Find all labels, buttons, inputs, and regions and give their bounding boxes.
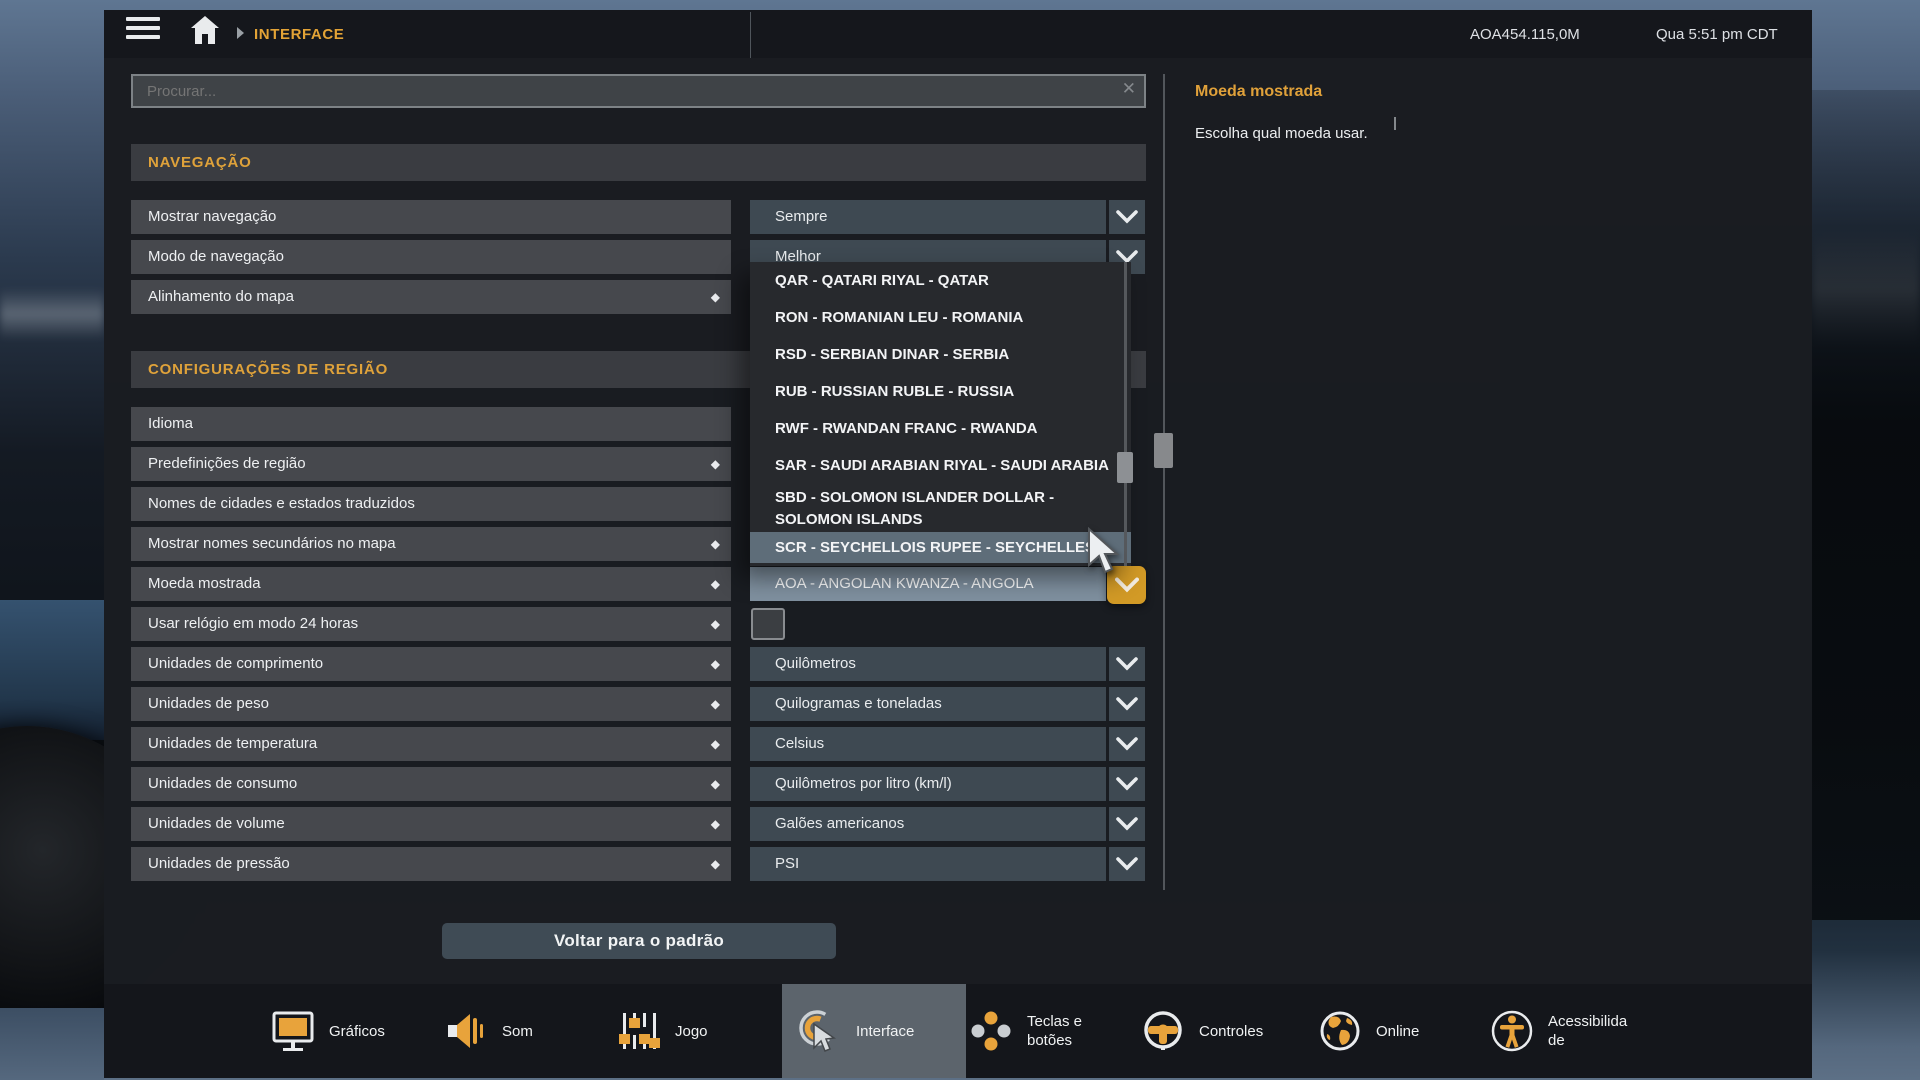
dropdown-scrollbar-thumb[interactable] xyxy=(1117,452,1133,483)
section-header-navigation: NAVEGAÇÃO xyxy=(131,144,1146,181)
select-pressure-units[interactable]: PSI xyxy=(750,847,1106,881)
chevron-down-icon xyxy=(1116,657,1138,671)
setting-row-pressure-units[interactable]: Unidades de pressão xyxy=(131,847,731,881)
mouse-cursor xyxy=(1088,527,1120,574)
select-chevron-temperature-units[interactable] xyxy=(1109,727,1145,761)
breadcrumb[interactable]: INTERFACE xyxy=(254,26,344,43)
top-bar-seam xyxy=(750,12,751,58)
select-length-units[interactable]: Quilômetros xyxy=(750,647,1106,681)
tab-sound[interactable]: Som xyxy=(443,984,533,1078)
menu-button[interactable] xyxy=(126,17,160,43)
tab-accessibility[interactable]: Acessibilida de xyxy=(1489,984,1627,1078)
select-volume-units[interactable]: Galões americanos xyxy=(750,807,1106,841)
tab-graphics[interactable]: Gráficos xyxy=(270,984,385,1078)
select-weight-units[interactable]: Quilogramas e toneladas xyxy=(750,687,1106,721)
chevron-down-icon xyxy=(1116,777,1138,791)
setting-row-volume-units[interactable]: Unidades de volume xyxy=(131,807,731,841)
monitor-icon xyxy=(272,1011,314,1051)
checkbox-24h-clock[interactable] xyxy=(751,608,785,640)
page-scrollbar-thumb[interactable] xyxy=(1154,433,1173,468)
dropdown-option-hovered[interactable]: SCR - SEYCHELLOIS RUPEE - SEYCHELLES xyxy=(750,532,1131,563)
setting-row-weight-units[interactable]: Unidades de peso xyxy=(131,687,731,721)
setting-row-currency[interactable]: Moeda mostrada xyxy=(131,567,731,601)
dropdown-option[interactable]: RWF - RWANDAN FRANC - RWANDA xyxy=(750,410,1131,447)
info-panel-title: Moeda mostrada xyxy=(1195,83,1323,100)
chevron-down-icon xyxy=(1116,857,1138,871)
dropdown-option[interactable]: SBD - SOLOMON ISLANDER DOLLAR - SOLOMON … xyxy=(750,484,1131,532)
globe-icon xyxy=(1320,1011,1360,1051)
sliders-icon xyxy=(619,1013,660,1049)
select-currency-open[interactable]: AOA - ANGOLAN KWANZA - ANGOLA xyxy=(750,567,1106,601)
breadcrumb-arrow-icon xyxy=(237,27,244,39)
dropdown-option[interactable]: RUB - RUSSIAN RUBLE - RUSSIA xyxy=(750,373,1131,410)
dropdown-scrollbar-track[interactable] xyxy=(1124,262,1127,566)
truck-body-left xyxy=(0,600,104,740)
select-temperature-units[interactable]: Celsius xyxy=(750,727,1106,761)
steering-wheel-icon xyxy=(1144,1011,1182,1050)
select-chevron-pressure-units[interactable] xyxy=(1109,847,1145,881)
search-input[interactable] xyxy=(133,76,1160,106)
click-cursor-icon xyxy=(799,1010,837,1052)
home-icon xyxy=(191,16,219,44)
tab-keys-buttons[interactable]: Teclas e botões xyxy=(968,984,1082,1078)
sky-streak-left xyxy=(0,288,104,340)
road-surface xyxy=(0,1008,104,1080)
tab-controls[interactable]: Controles xyxy=(1140,984,1263,1078)
select-chevron-length-units[interactable] xyxy=(1109,647,1145,681)
chevron-down-icon xyxy=(1116,737,1138,751)
info-panel-description: Escolha qual moeda usar. xyxy=(1195,125,1368,142)
setting-row-24h-clock[interactable]: Usar relógio em modo 24 horas xyxy=(131,607,731,641)
select-chevron-volume-units[interactable] xyxy=(1109,807,1145,841)
tab-game[interactable]: Jogo xyxy=(616,984,708,1078)
setting-row-map-alignment[interactable]: Alinhamento do mapa xyxy=(131,280,731,314)
tab-online[interactable]: Online xyxy=(1317,984,1419,1078)
info-panel-tick xyxy=(1394,117,1396,130)
hamburger-icon xyxy=(126,17,160,21)
setting-row-temperature-units[interactable]: Unidades de temperatura xyxy=(131,727,731,761)
reset-defaults-button[interactable]: Voltar para o padrão xyxy=(442,923,836,959)
select-chevron-weight-units[interactable] xyxy=(1109,687,1145,721)
setting-row-translated-names[interactable]: Nomes de cidades e estados traduzidos xyxy=(131,487,731,521)
currency-dropdown-list: QAR - QATARI RIYAL - QATAR RON - ROMANIA… xyxy=(750,262,1131,566)
page-scrollbar-track[interactable] xyxy=(1163,74,1165,890)
clear-search-icon[interactable]: ✕ xyxy=(1122,79,1136,99)
chevron-down-icon xyxy=(1116,697,1138,711)
accessibility-icon xyxy=(1491,1010,1533,1052)
home-button[interactable] xyxy=(190,14,220,46)
clock-display: Qua 5:51 pm CDT xyxy=(1656,26,1778,43)
select-chevron-show-navigation[interactable] xyxy=(1109,200,1145,234)
setting-row-length-units[interactable]: Unidades de comprimento xyxy=(131,647,731,681)
chevron-down-icon xyxy=(1116,210,1138,224)
speaker-icon xyxy=(448,1014,483,1048)
setting-row-show-navigation[interactable]: Mostrar navegação xyxy=(131,200,731,234)
setting-row-consumption-units[interactable]: Unidades de consumo xyxy=(131,767,731,801)
chevron-down-icon xyxy=(1114,577,1139,593)
chevron-down-icon xyxy=(1116,817,1138,831)
select-chevron-consumption-units[interactable] xyxy=(1109,767,1145,801)
dropdown-option[interactable]: SAR - SAUDI ARABIAN RIYAL - SAUDI ARABIA xyxy=(750,447,1131,484)
select-consumption-units[interactable]: Quilômetros por litro (km/l) xyxy=(750,767,1106,801)
setting-row-navigation-mode[interactable]: Modo de navegação xyxy=(131,240,731,274)
setting-row-secondary-names[interactable]: Mostrar nomes secundários no mapa xyxy=(131,527,731,561)
select-show-navigation[interactable]: Sempre xyxy=(750,200,1106,234)
gamepad-buttons-icon xyxy=(971,1011,1011,1051)
setting-row-language[interactable]: Idioma xyxy=(131,407,731,441)
game-background: INTERFACE AOA454.115,0M Qua 5:51 pm CDT … xyxy=(0,0,1920,1080)
money-display: AOA454.115,0M xyxy=(1470,26,1580,43)
tab-interface[interactable]: Interface xyxy=(797,984,914,1078)
dropdown-option[interactable]: QAR - QATARI RIYAL - QATAR xyxy=(750,262,1131,299)
search-box: ✕ xyxy=(131,74,1160,108)
setting-row-region-presets[interactable]: Predefinições de região xyxy=(131,447,731,481)
dropdown-option[interactable]: RON - ROMANIAN LEU - ROMANIA xyxy=(750,299,1131,336)
dropdown-option[interactable]: RSD - SERBIAN DINAR - SERBIA xyxy=(750,336,1131,373)
